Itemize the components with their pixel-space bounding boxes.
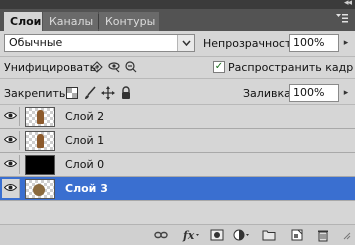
- layer-thumbnail: [25, 107, 55, 127]
- eye-icon[interactable]: [2, 131, 20, 150]
- fill-slider-arrow-icon[interactable]: ▸: [341, 84, 351, 102]
- layer-name[interactable]: Слой 2: [65, 110, 104, 123]
- chevron-down-icon[interactable]: [177, 35, 194, 51]
- new-group-folder-icon[interactable]: [262, 228, 276, 242]
- blend-mode-select[interactable]: Обычные: [4, 34, 195, 52]
- lock-pixels-brush-icon[interactable]: [83, 86, 97, 100]
- divider: [0, 56, 355, 57]
- layer-style-fx-icon[interactable]: fx: [182, 228, 200, 242]
- lock-label: Закрепить:: [4, 87, 70, 100]
- figure-thumbnail-icon: [37, 134, 44, 148]
- opacity-field[interactable]: 100%: [289, 34, 339, 52]
- unify-position-icon[interactable]: [90, 60, 104, 74]
- layer-thumbnail: [25, 131, 55, 151]
- divider: [0, 78, 355, 79]
- new-layer-icon[interactable]: [290, 228, 304, 242]
- svg-text:fx: fx: [182, 229, 195, 242]
- tab-channels[interactable]: Каналы: [43, 12, 98, 31]
- panel-top-strip: ◂◂: [0, 0, 355, 9]
- tab-paths[interactable]: Контуры: [99, 12, 159, 31]
- adjustment-layer-icon[interactable]: [232, 228, 250, 242]
- layers-bottom-toolbar: fx: [0, 224, 355, 245]
- tab-layers[interactable]: Слои: [4, 12, 42, 31]
- propagate-frame-label: Распространить кадр 1: [228, 61, 355, 74]
- fill-label: Заливка:: [243, 87, 295, 100]
- layers-list-empty-area: [0, 201, 355, 224]
- layer-name[interactable]: Слой 3: [65, 182, 108, 195]
- eye-icon[interactable]: [2, 179, 20, 198]
- figure-thumbnail-icon: [33, 184, 45, 196]
- unify-visibility-icon[interactable]: [107, 60, 121, 74]
- lock-position-move-icon[interactable]: [101, 86, 115, 100]
- fill-field[interactable]: 100%: [289, 84, 339, 102]
- eye-icon[interactable]: [2, 155, 20, 174]
- figure-thumbnail-icon: [37, 110, 44, 124]
- tabs-row: Слои Каналы Контуры: [0, 9, 355, 31]
- layers-list: Слой 2 Слой 1 Слой 0 Слой 3: [0, 105, 355, 201]
- opacity-slider-arrow-icon[interactable]: ▸: [341, 34, 351, 52]
- panel-menu-icon[interactable]: [335, 13, 349, 27]
- lock-all-icon[interactable]: [119, 86, 133, 100]
- layers-panel: ◂◂ Слои Каналы Контуры Обычные Непрозрач…: [0, 0, 355, 245]
- layer-name[interactable]: Слой 1: [65, 134, 104, 147]
- delete-trash-icon[interactable]: [316, 228, 330, 242]
- propagate-frame-checkbox[interactable]: ✓: [213, 61, 225, 73]
- layer-name[interactable]: Слой 0: [65, 158, 104, 171]
- blend-mode-value: Обычные: [9, 36, 63, 49]
- unify-label: Унифицировать:: [4, 61, 100, 74]
- add-mask-icon[interactable]: [210, 228, 224, 242]
- layer-row[interactable]: Слой 0: [0, 153, 355, 177]
- unify-style-icon[interactable]: [124, 60, 138, 74]
- layer-row-selected[interactable]: Слой 3: [0, 177, 355, 201]
- link-layers-icon[interactable]: [154, 228, 168, 242]
- resize-grip-icon[interactable]: [339, 228, 351, 242]
- layer-row[interactable]: Слой 2: [0, 105, 355, 129]
- opacity-label: Непрозрачность:: [203, 37, 302, 50]
- collapse-panel-icon[interactable]: ◂◂: [344, 0, 352, 8]
- layer-thumbnail: [25, 179, 55, 199]
- layer-thumbnail: [25, 155, 55, 175]
- lock-transparency-icon[interactable]: [65, 86, 79, 100]
- layer-row[interactable]: Слой 1: [0, 129, 355, 153]
- eye-icon[interactable]: [2, 107, 20, 126]
